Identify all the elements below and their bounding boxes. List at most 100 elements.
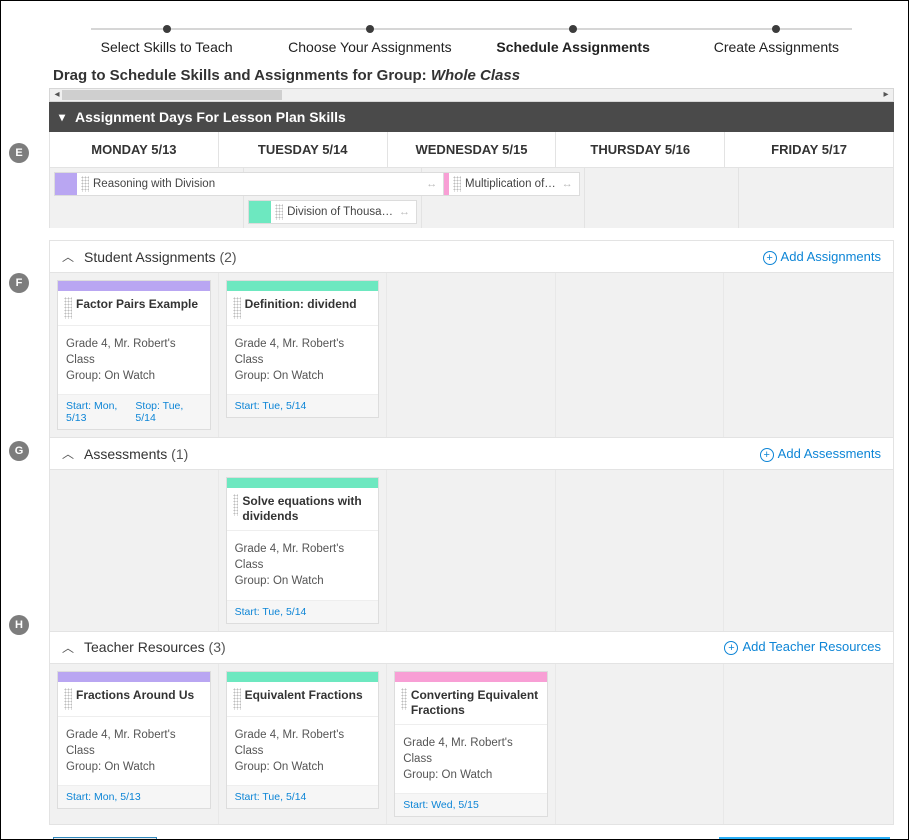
card-cell[interactable]: Factor Pairs Example Grade 4, Mr. Robert…: [50, 273, 219, 437]
card-start[interactable]: Start: Tue, 5/14: [235, 400, 307, 412]
assessments-cards-row: Solve equations with dividends Grade 4, …: [49, 470, 894, 631]
horizontal-scrollbar[interactable]: ◂ ▸: [49, 88, 894, 102]
day-cell-mon[interactable]: Reasoning with Division ↔: [50, 168, 244, 228]
resize-handle-icon[interactable]: ↔: [399, 206, 410, 218]
skill-color-icon: [249, 201, 271, 223]
skill-division-thousands[interactable]: Division of Thousa… ↔: [248, 200, 417, 224]
assessments-bar[interactable]: ︿ Assessments (1) +Add Assessments: [49, 438, 894, 470]
chevron-down-icon: ▾: [59, 110, 65, 124]
drag-title-group: Whole Class: [431, 67, 520, 84]
card-cell[interactable]: Equivalent Fractions Grade 4, Mr. Robert…: [219, 664, 388, 824]
card-equivalent-fractions[interactable]: Equivalent Fractions Grade 4, Mr. Robert…: [226, 671, 380, 809]
card-cell[interactable]: [556, 273, 725, 437]
add-link-label: Add Assignments: [781, 249, 881, 264]
step-create-assignments[interactable]: Create Assignments: [675, 25, 878, 55]
day-cell-wed[interactable]: Multiplication of… ↔: [422, 168, 585, 228]
card-start[interactable]: Start: Mon, 5/13: [66, 400, 135, 424]
drag-grip-icon[interactable]: [233, 688, 241, 710]
card-cell[interactable]: [387, 470, 556, 630]
drag-title-prefix: Drag to Schedule Skills and Assignments …: [53, 67, 431, 84]
step-select-skills[interactable]: Select Skills to Teach: [65, 25, 268, 55]
card-title: Definition: dividend: [245, 297, 357, 312]
scroll-right-icon[interactable]: ▸: [879, 88, 893, 102]
card-color-bar: [58, 281, 210, 291]
section-title: Teacher Resources (3): [84, 639, 226, 655]
drag-grip-icon[interactable]: [275, 204, 283, 219]
step-dot-icon: [772, 25, 780, 33]
drag-grip-icon[interactable]: [453, 176, 461, 191]
chevron-up-icon[interactable]: ︿: [62, 445, 74, 462]
section-title-text: Assessments: [84, 446, 167, 462]
student-cards-row: Factor Pairs Example Grade 4, Mr. Robert…: [49, 273, 894, 438]
skill-color-icon: [55, 173, 77, 195]
chevron-up-icon[interactable]: ︿: [62, 248, 74, 265]
section-title-text: Student Assignments: [84, 249, 216, 265]
day-cell-thu[interactable]: [585, 168, 740, 228]
step-label: Schedule Assignments: [472, 39, 675, 55]
drag-grip-icon[interactable]: [64, 297, 72, 319]
card-start[interactable]: Start: Tue, 5/14: [235, 606, 307, 618]
step-dot-icon: [163, 25, 171, 33]
plus-icon: +: [763, 251, 777, 265]
card-cell[interactable]: [724, 470, 893, 630]
teacher-cards-row: Fractions Around Us Grade 4, Mr. Robert'…: [49, 664, 894, 825]
card-stop[interactable]: Stop: Tue, 5/14: [135, 400, 201, 424]
skill-reasoning-division[interactable]: Reasoning with Division ↔: [54, 172, 444, 196]
chevron-up-icon[interactable]: ︿: [62, 639, 74, 656]
card-factor-pairs[interactable]: Factor Pairs Example Grade 4, Mr. Robert…: [57, 280, 211, 430]
drag-grip-icon[interactable]: [401, 688, 407, 710]
drag-grip-icon[interactable]: [81, 176, 89, 191]
add-assessments-link[interactable]: +Add Assessments: [760, 446, 881, 462]
card-start[interactable]: Start: Mon, 5/13: [66, 791, 141, 803]
card-solve-equations[interactable]: Solve equations with dividends Grade 4, …: [226, 477, 380, 623]
card-cell[interactable]: [50, 470, 219, 630]
step-label: Choose Your Assignments: [268, 39, 471, 55]
student-assignments-bar[interactable]: ︿ Student Assignments (2) +Add Assignmen…: [49, 240, 894, 273]
card-meta-line2: Group: On Watch: [235, 759, 371, 775]
card-meta-line1: Grade 4, Mr. Robert's Class: [66, 727, 202, 759]
teacher-resources-bar[interactable]: ︿ Teacher Resources (3) +Add Teacher Res…: [49, 632, 894, 664]
card-color-bar: [227, 672, 379, 682]
card-converting-equivalent[interactable]: Converting Equivalent Fractions Grade 4,…: [394, 671, 548, 817]
card-cell[interactable]: Fractions Around Us Grade 4, Mr. Robert'…: [50, 664, 219, 824]
card-cell[interactable]: [724, 664, 893, 824]
step-choose-assignments[interactable]: Choose Your Assignments: [268, 25, 471, 55]
card-meta-line1: Grade 4, Mr. Robert's Class: [235, 336, 371, 368]
resize-handle-icon[interactable]: ↔: [426, 178, 437, 190]
drag-grip-icon[interactable]: [233, 297, 241, 319]
skill-multiplication[interactable]: Multiplication of… ↔: [426, 172, 580, 196]
step-label: Select Skills to Teach: [65, 39, 268, 55]
card-color-bar: [58, 672, 210, 682]
skills-grid: Reasoning with Division ↔ Division of Th…: [49, 168, 894, 228]
card-meta-line1: Grade 4, Mr. Robert's Class: [235, 727, 371, 759]
card-start[interactable]: Start: Tue, 5/14: [235, 791, 307, 803]
card-cell[interactable]: [387, 273, 556, 437]
card-color-bar: [395, 672, 547, 682]
card-meta-line2: Group: On Watch: [403, 767, 539, 783]
section-count: (1): [171, 446, 188, 462]
card-cell[interactable]: Converting Equivalent Fractions Grade 4,…: [387, 664, 556, 824]
card-cell[interactable]: Solve equations with dividends Grade 4, …: [219, 470, 388, 630]
card-start[interactable]: Start: Wed, 5/15: [403, 799, 479, 811]
day-cell-fri[interactable]: [739, 168, 894, 228]
card-cell[interactable]: [556, 664, 725, 824]
plus-icon: +: [760, 448, 774, 462]
card-fractions-around-us[interactable]: Fractions Around Us Grade 4, Mr. Robert'…: [57, 671, 211, 809]
add-assignments-link[interactable]: + Add Assignments: [763, 249, 881, 265]
scroll-thumb[interactable]: [62, 90, 282, 100]
section-title: Assessments (1): [84, 446, 188, 462]
day-header-fri: FRIDAY 5/17: [725, 132, 894, 168]
card-color-bar: [227, 478, 379, 488]
card-cell[interactable]: [556, 470, 725, 630]
plus-icon: +: [724, 641, 738, 655]
card-definition-dividend[interactable]: Definition: dividend Grade 4, Mr. Robert…: [226, 280, 380, 418]
card-meta-line2: Group: On Watch: [66, 759, 202, 775]
card-cell[interactable]: Definition: dividend Grade 4, Mr. Robert…: [219, 273, 388, 437]
card-cell[interactable]: [724, 273, 893, 437]
resize-handle-icon[interactable]: ↔: [562, 178, 573, 190]
add-teacher-resources-link[interactable]: +Add Teacher Resources: [724, 639, 881, 655]
drag-grip-icon[interactable]: [64, 688, 72, 710]
assignment-days-header[interactable]: ▾ Assignment Days For Lesson Plan Skills: [49, 102, 894, 132]
step-schedule-assignments[interactable]: Schedule Assignments: [472, 25, 675, 55]
drag-grip-icon[interactable]: [233, 494, 239, 516]
